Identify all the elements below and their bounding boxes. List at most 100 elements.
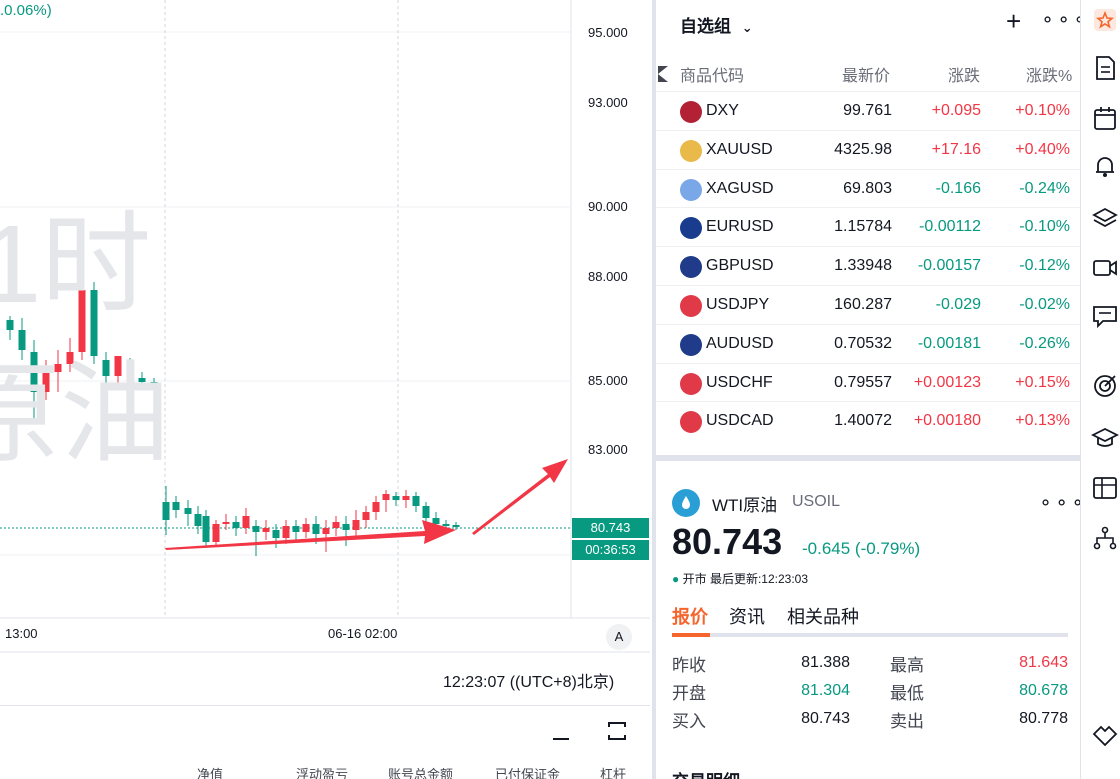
symbol-detail-panel: WTI原油 USOIL ⚬⚬⚬ 80.743 -0.645 (-0.79%) ●… xyxy=(656,455,1085,779)
row-last-price: 1.33948 xyxy=(834,257,892,275)
education-icon[interactable] xyxy=(1091,424,1119,452)
candle-body xyxy=(232,522,240,528)
candle-body xyxy=(222,522,230,524)
layers-icon[interactable] xyxy=(1091,204,1119,232)
calendar-icon[interactable] xyxy=(1091,104,1119,132)
add-symbol-icon[interactable]: + xyxy=(1006,8,1021,34)
timezone-clock[interactable]: 12:23:07 ((UTC+8)北京) xyxy=(443,668,614,692)
tab-quote[interactable]: 报价 xyxy=(672,603,708,629)
candle-body xyxy=(242,516,250,528)
stat-prev-close: 81.388 xyxy=(801,654,850,671)
symbol-change: -0.645 (-0.79%) xyxy=(802,539,921,558)
stat-label-open: 开盘 xyxy=(672,684,706,703)
candle-body xyxy=(432,518,440,524)
column-leverage: 杠杆 xyxy=(600,767,627,779)
watchlist-pane: 自选组 ⌄ + ⚬⚬⚬ 商品代码 最新价 涨跌 涨跌% DXY 99.761 +0.… xyxy=(652,0,1087,779)
row-change-percent: -0.26% xyxy=(1019,334,1070,352)
account-panel: 净值 浮动盈亏 账号总金额 已付保证金 杠杆 xyxy=(0,705,650,779)
candle-body xyxy=(332,522,340,528)
row-last-price: 0.70532 xyxy=(834,334,892,352)
candle-body xyxy=(452,525,460,527)
chat-icon[interactable] xyxy=(1091,302,1119,330)
tab-news[interactable]: 资讯 xyxy=(729,603,765,629)
chart-change-percent: .0.06%) xyxy=(0,2,52,19)
row-change-percent: +0.10% xyxy=(1015,102,1070,119)
auto-scale-button[interactable]: A xyxy=(606,624,632,650)
chart-pane[interactable]: .0.06%) 1时 原油 95.000 93.000 90.000 88.00… xyxy=(0,0,650,779)
row-change: -0.029 xyxy=(935,296,981,313)
row-symbol: XAGUSD xyxy=(706,179,774,197)
document-icon[interactable] xyxy=(1091,54,1119,82)
silver-icon xyxy=(680,178,702,201)
maximize-icon[interactable] xyxy=(606,720,628,742)
watchlist-icon[interactable] xyxy=(1091,6,1119,34)
ch-flag-icon xyxy=(680,372,702,395)
symbol-watermark-interval: 1时 xyxy=(0,203,152,326)
column-last[interactable]: 最新价 xyxy=(842,62,890,86)
column-floating-pnl: 浮动盈亏 xyxy=(296,767,349,779)
alert-bell-icon[interactable] xyxy=(1091,152,1119,180)
time-axis-label: 13:00 xyxy=(5,626,38,641)
video-icon[interactable] xyxy=(1091,254,1119,282)
candle-body xyxy=(392,496,400,500)
candle-body xyxy=(312,524,320,534)
row-symbol: DXY xyxy=(706,102,739,119)
watchlist-row-usdchf[interactable]: USDCHF 0.79557 +0.00123 +0.15% xyxy=(656,362,1080,402)
watchlist-row-xagusd[interactable]: XAGUSD 69.803 -0.166 -0.24% xyxy=(656,168,1080,208)
symbol-price: 80.743 xyxy=(672,521,783,562)
tab-related[interactable]: 相关品种 xyxy=(787,603,859,629)
row-symbol: USDCHF xyxy=(706,373,773,391)
target-icon[interactable] xyxy=(1091,372,1119,400)
minimize-icon[interactable] xyxy=(550,720,572,742)
column-change[interactable]: 涨跌 xyxy=(948,62,980,86)
last-update: 最后更新:12:23:03 xyxy=(709,572,808,586)
watchlist-row-audusd[interactable]: AUDUSD 0.70532 -0.00181 -0.26% xyxy=(656,323,1080,363)
oil-drop-icon xyxy=(672,489,700,517)
candle-body xyxy=(292,526,300,532)
row-last-price: 4325.98 xyxy=(834,140,892,158)
jp-flag-icon xyxy=(680,295,702,317)
uk-flag-icon xyxy=(680,256,702,279)
column-change-percent[interactable]: 涨跌% xyxy=(1026,62,1072,86)
candle-body xyxy=(272,530,280,538)
watchlist-row-eurusd[interactable]: EURUSD 1.15784 -0.00112 -0.10% xyxy=(656,207,1080,246)
row-last-price: 160.287 xyxy=(834,296,892,313)
hierarchy-icon[interactable] xyxy=(1091,524,1119,552)
candle-body xyxy=(322,528,330,534)
row-symbol: EURUSD xyxy=(706,218,774,236)
tab-underline xyxy=(672,633,1068,637)
table-icon[interactable] xyxy=(1091,474,1119,502)
row-change: +0.00123 xyxy=(913,373,981,391)
chevron-down-icon: ⌄ xyxy=(741,20,753,35)
us-flag-icon xyxy=(680,101,702,123)
row-change-percent: +0.15% xyxy=(1015,373,1070,391)
watchlist-row-usdjpy[interactable]: USDJPY 160.287 -0.029 -0.02% xyxy=(656,285,1080,324)
gold-icon xyxy=(680,139,702,162)
row-last-price: 1.40072 xyxy=(834,412,892,430)
watchlist-title: 自选组 xyxy=(680,17,731,36)
column-equity: 净值 xyxy=(197,767,224,779)
row-symbol: USDCAD xyxy=(706,412,774,430)
symbol-ticker: USOIL xyxy=(792,493,841,510)
price-axis-label: 85.000 xyxy=(588,373,628,388)
candle-body xyxy=(202,516,210,542)
watchlist-row-usdcad[interactable]: USDCAD 1.40072 +0.00180 +0.13% xyxy=(656,401,1080,440)
row-change-percent: -0.10% xyxy=(1019,218,1070,236)
handshake-icon[interactable] xyxy=(1091,720,1119,748)
watchlist-row-dxy[interactable]: DXY 99.761 +0.095 +0.10% xyxy=(656,91,1080,130)
trade-details-heading[interactable]: 交易明细 xyxy=(672,767,740,779)
time-axis-label: 06-16 02:00 xyxy=(328,626,398,641)
watchlist-selector[interactable]: 自选组 ⌄ xyxy=(680,12,753,37)
watchlist-row-gbpusd[interactable]: GBPUSD 1.33948 -0.00157 -0.12% xyxy=(656,246,1080,285)
candle-body xyxy=(372,502,380,512)
row-symbol: AUDUSD xyxy=(706,334,774,352)
annotation-arrows xyxy=(165,459,568,550)
watchlist-row-xauusd[interactable]: XAUUSD 4325.98 +17.16 +0.40% xyxy=(656,129,1080,169)
ca-flag-icon xyxy=(680,411,702,434)
candle-body xyxy=(172,502,180,510)
row-change-percent: +0.40% xyxy=(1015,140,1070,158)
stat-label-high: 最高 xyxy=(890,656,924,675)
more-options-icon[interactable]: ⚬⚬⚬ xyxy=(1038,493,1086,514)
stat-label-prev-close: 昨收 xyxy=(672,656,706,675)
column-symbol[interactable]: 商品代码 xyxy=(680,62,744,86)
